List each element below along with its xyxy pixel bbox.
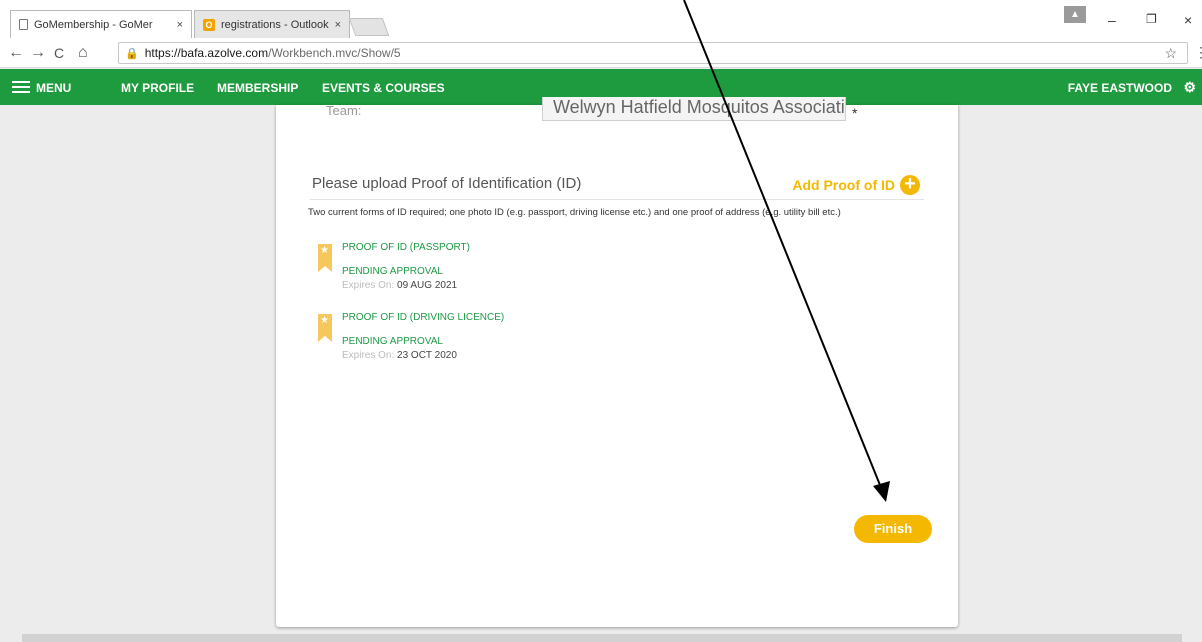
back-icon[interactable]: ← — [8, 44, 24, 62]
browser-tab-gomembership[interactable]: GoMembership - GoMer × — [10, 10, 192, 38]
close-window-icon[interactable]: × — [1184, 12, 1192, 28]
lock-icon: 🔒 — [125, 47, 139, 60]
tab-close-icon[interactable]: × — [177, 19, 183, 31]
horizontal-scrollbar[interactable] — [22, 634, 1182, 642]
browser-profile-icon[interactable]: ▲ — [1064, 6, 1086, 23]
url-host: https://bafa.azolve.com — [144, 46, 269, 60]
new-tab-button[interactable] — [348, 18, 390, 36]
minimize-icon[interactable]: – — [1108, 12, 1116, 28]
document-expiry: Expires On: 23 OCT 2020 — [342, 350, 457, 361]
plus-circle-icon: + — [900, 174, 920, 195]
nav-events-courses[interactable]: EVENTS & COURSES — [322, 81, 445, 95]
tab-close-icon[interactable]: × — [335, 19, 341, 31]
outlook-icon: O — [203, 18, 215, 31]
nav-membership[interactable]: MEMBERSHIP — [217, 81, 298, 95]
tab-label: GoMembership - GoMer — [34, 18, 153, 31]
browser-tab-outlook[interactable]: O registrations - Outlook W × — [194, 10, 350, 38]
tab-label: registrations - Outlook W — [221, 18, 329, 31]
upload-section-title: Please upload Proof of Identification (I… — [312, 175, 582, 192]
nav-my-profile[interactable]: MY PROFILE — [121, 81, 194, 95]
team-label: Team: — [326, 103, 362, 118]
ribbon-badge-icon: ★ — [318, 314, 332, 342]
browser-tab-strip: GoMembership - GoMer × O registrations -… — [0, 0, 1202, 38]
browser-menu-icon[interactable]: ⋮ — [1194, 44, 1202, 61]
address-bar-row: ← → C ⌂ 🔒 https://bafa.azolve.com/Workbe… — [0, 38, 1202, 68]
forward-icon[interactable]: → — [30, 44, 46, 62]
section-divider — [310, 199, 924, 200]
reload-icon[interactable]: C — [54, 45, 64, 61]
ribbon-badge-icon: ★ — [318, 244, 332, 272]
hamburger-icon[interactable] — [12, 81, 30, 94]
url-path: /Workbench.mvc/Show/5 — [268, 46, 401, 60]
registration-card: Team: Welwyn Hatfield Mosquitos Associat… — [276, 97, 958, 627]
add-proof-button[interactable]: Add Proof of ID + — [792, 174, 920, 195]
team-select[interactable]: Welwyn Hatfield Mosquitos Associati — [542, 97, 846, 121]
document-status: PENDING APPROVAL — [342, 266, 443, 277]
document-title[interactable]: PROOF OF ID (DRIVING LICENCE) — [342, 312, 504, 323]
document-title[interactable]: PROOF OF ID (PASSPORT) — [342, 242, 470, 253]
menu-button[interactable]: MENU — [36, 81, 71, 95]
maximize-icon[interactable]: ❐ — [1146, 12, 1157, 26]
page-icon — [19, 19, 28, 30]
document-expiry: Expires On: 09 AUG 2021 — [342, 280, 458, 291]
add-proof-label: Add Proof of ID — [792, 177, 895, 193]
gear-icon[interactable]: ⚙ — [1183, 79, 1196, 96]
document-status: PENDING APPROVAL — [342, 336, 443, 347]
url-field[interactable]: 🔒 https://bafa.azolve.com/Workbench.mvc/… — [118, 42, 1188, 64]
required-mark: * — [852, 105, 858, 121]
bookmark-star-icon[interactable]: ☆ — [1164, 45, 1177, 62]
home-icon[interactable]: ⌂ — [78, 44, 88, 62]
user-name-link[interactable]: FAYE EASTWOOD — [1068, 81, 1172, 95]
finish-button[interactable]: Finish — [854, 515, 932, 543]
upload-description: Two current forms of ID required; one ph… — [308, 207, 841, 218]
